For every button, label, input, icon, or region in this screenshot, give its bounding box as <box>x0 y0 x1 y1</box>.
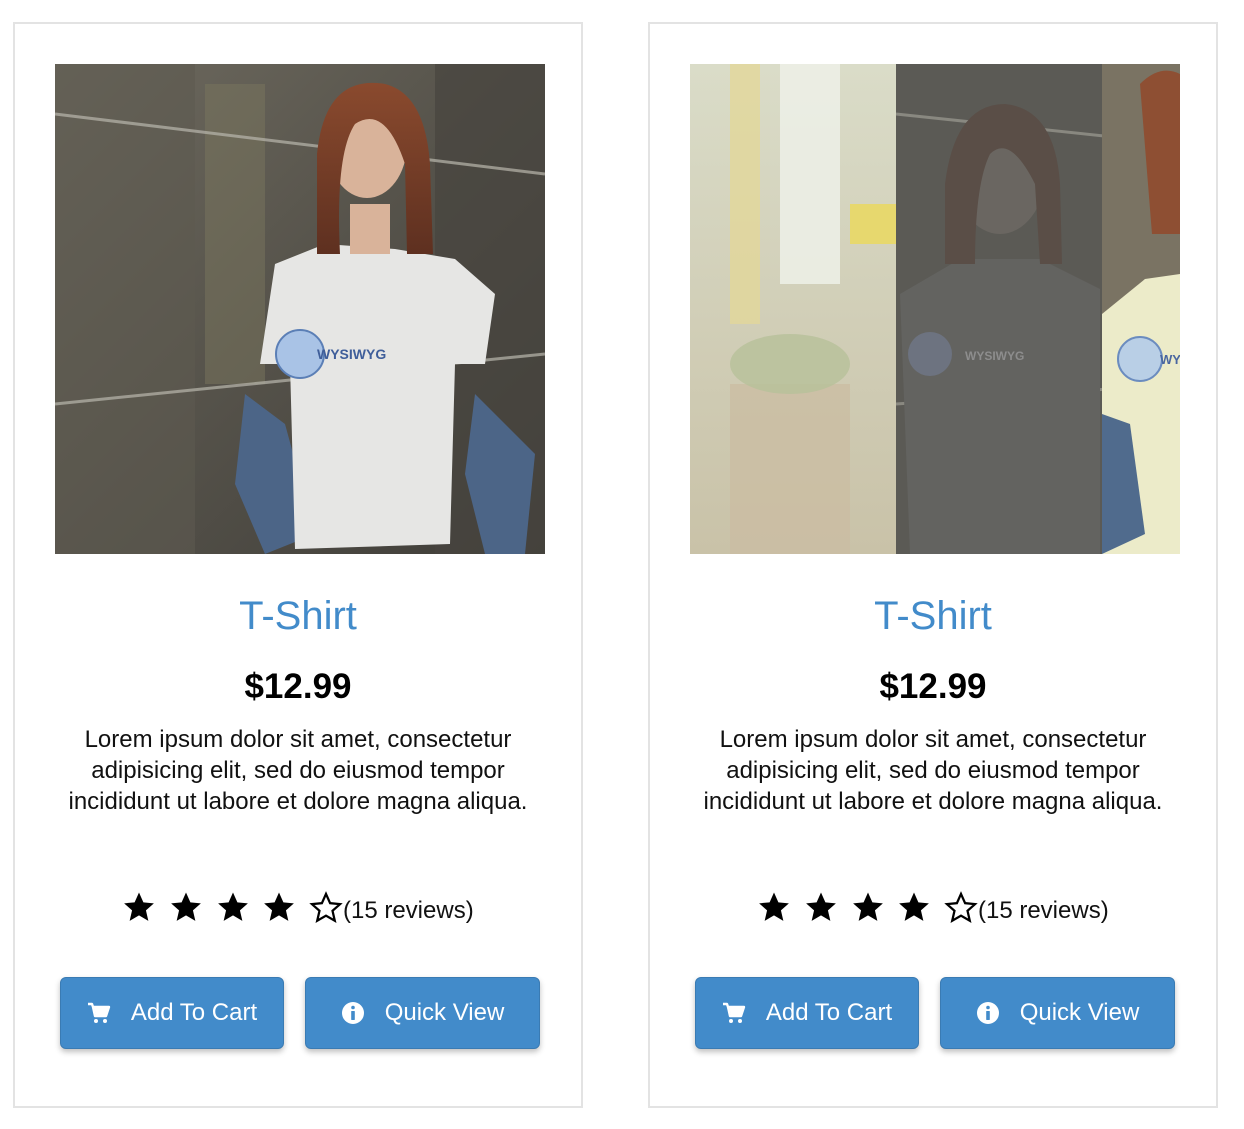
star-filled-icon <box>264 892 295 921</box>
svg-text:WYSIWYG: WYSIWYG <box>317 346 386 362</box>
star-filled-icon <box>806 892 836 921</box>
star-filled-icon <box>124 892 155 921</box>
svg-text:WY: WY <box>1160 352 1180 367</box>
add-to-cart-label: Add To Cart <box>765 999 893 1026</box>
info-circle-icon <box>976 1002 999 1024</box>
quick-view-button[interactable]: Quick View <box>305 977 540 1049</box>
product-photo: WYSIWYG <box>55 64 545 554</box>
star-empty-icon <box>944 891 978 924</box>
star-filled-icon <box>171 892 201 921</box>
info-circle-icon <box>341 1002 364 1024</box>
review-count[interactable]: (15 reviews) <box>343 897 474 924</box>
product-card: WYSIWYG T-Shirt $12.99 Lorem ipsum dolor… <box>13 22 583 1108</box>
shopping-cart-icon <box>87 1002 111 1023</box>
product-description: Lorem ipsum dolor sit amet, consectetur … <box>703 726 1163 815</box>
product-title[interactable]: T-Shirt <box>650 594 1216 639</box>
star-filled-icon <box>217 892 248 921</box>
star-filled-icon <box>759 892 790 921</box>
star-empty-icon <box>309 891 343 924</box>
product-rating: (15 reviews) <box>650 890 1216 925</box>
product-photo: WYSIWYG WY <box>690 64 1180 554</box>
add-to-cart-button[interactable]: Add To Cart <box>695 977 919 1049</box>
quick-view-label: Quick View <box>1019 999 1140 1026</box>
svg-text:WYSIWYG: WYSIWYG <box>965 349 1024 363</box>
product-price: $12.99 <box>879 667 987 706</box>
product-price: $12.99 <box>244 667 352 706</box>
star-filled-icon <box>852 892 883 921</box>
product-image[interactable]: WYSIWYG <box>55 64 545 554</box>
product-description: Lorem ipsum dolor sit amet, consectetur … <box>68 726 528 815</box>
add-to-cart-button[interactable]: Add To Cart <box>60 977 284 1049</box>
star-filled-icon <box>899 892 930 921</box>
product-grid: WYSIWYG T-Shirt $12.99 Lorem ipsum dolor… <box>0 0 1244 1129</box>
product-card: WYSIWYG WY T-Shirt $12.99 Lorem ipsum do… <box>648 22 1218 1108</box>
product-rating: (15 reviews) <box>15 890 581 925</box>
product-title[interactable]: T-Shirt <box>15 594 581 639</box>
review-count[interactable]: (15 reviews) <box>978 897 1109 924</box>
add-to-cart-label: Add To Cart <box>130 999 258 1026</box>
quick-view-button[interactable]: Quick View <box>940 977 1175 1049</box>
product-image[interactable]: WYSIWYG WY <box>690 64 1180 554</box>
shopping-cart-icon <box>722 1002 746 1023</box>
quick-view-label: Quick View <box>384 999 505 1026</box>
